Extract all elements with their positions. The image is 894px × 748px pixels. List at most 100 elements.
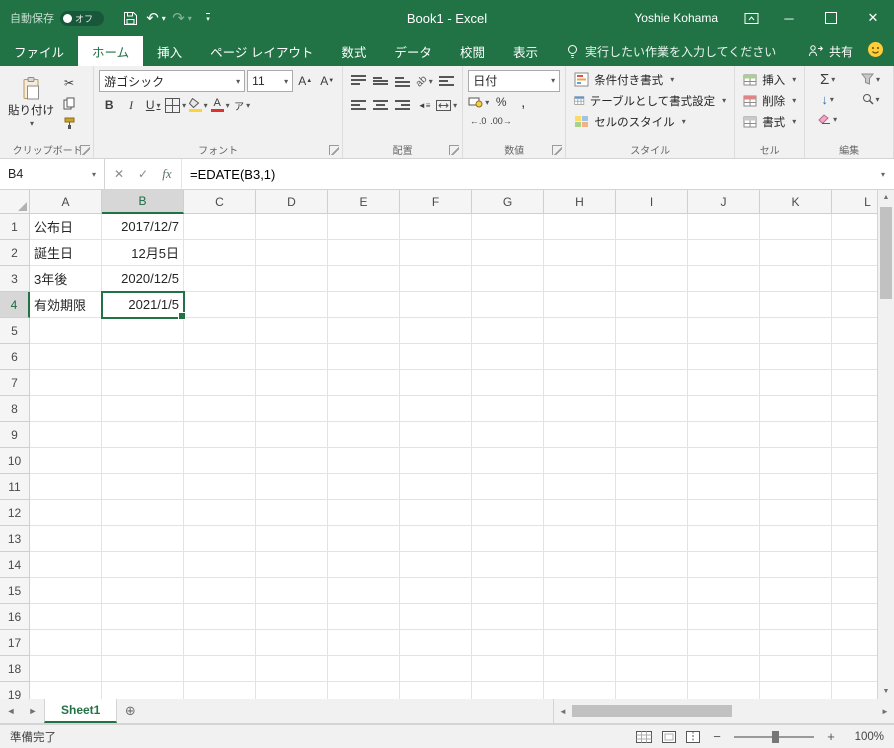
cell-L13[interactable] xyxy=(832,526,878,552)
row-header-3[interactable]: 3 xyxy=(0,266,30,292)
close-button[interactable]: ✕ xyxy=(852,0,894,36)
cell-A4[interactable]: 有効期限 xyxy=(30,292,102,318)
cell-A18[interactable] xyxy=(30,656,102,682)
cell-D19[interactable] xyxy=(256,682,328,699)
cell-H3[interactable] xyxy=(544,266,616,292)
cell-D6[interactable] xyxy=(256,344,328,370)
zoom-slider-thumb[interactable] xyxy=(772,730,779,743)
cell-I7[interactable] xyxy=(616,370,688,396)
align-left-button[interactable] xyxy=(348,95,368,115)
cell-L19[interactable] xyxy=(832,682,878,699)
row-header-18[interactable]: 18 xyxy=(0,656,30,682)
cell-I13[interactable] xyxy=(616,526,688,552)
cell-F19[interactable] xyxy=(400,682,472,699)
cell-D2[interactable] xyxy=(256,240,328,266)
cell-L10[interactable] xyxy=(832,448,878,474)
row-header-7[interactable]: 7 xyxy=(0,370,30,396)
cell-L8[interactable] xyxy=(832,396,878,422)
cell-H14[interactable] xyxy=(544,552,616,578)
tab-page-layout[interactable]: ページ レイアウト xyxy=(196,36,327,66)
cell-B13[interactable] xyxy=(102,526,184,552)
cell-L1[interactable] xyxy=(832,214,878,240)
cell-E12[interactable] xyxy=(328,500,400,526)
cell-A10[interactable] xyxy=(30,448,102,474)
cell-C4[interactable] xyxy=(184,292,256,318)
cell-G3[interactable] xyxy=(472,266,544,292)
cell-F7[interactable] xyxy=(400,370,472,396)
cell-L14[interactable] xyxy=(832,552,878,578)
cell-A8[interactable] xyxy=(30,396,102,422)
hscroll-left-button[interactable]: ◄ xyxy=(554,707,572,716)
select-all-corner[interactable] xyxy=(0,190,30,214)
tab-data[interactable]: データ xyxy=(380,36,446,66)
fill-color-button[interactable] xyxy=(188,95,208,115)
fill-button[interactable]: ↓ xyxy=(810,89,845,109)
cell-E1[interactable] xyxy=(328,214,400,240)
cell-K1[interactable] xyxy=(760,214,832,240)
cell-L12[interactable] xyxy=(832,500,878,526)
cell-C5[interactable] xyxy=(184,318,256,344)
row-header-16[interactable]: 16 xyxy=(0,604,30,630)
cell-B5[interactable] xyxy=(102,318,184,344)
cell-A19[interactable] xyxy=(30,682,102,699)
cell-K5[interactable] xyxy=(760,318,832,344)
cell-I4[interactable] xyxy=(616,292,688,318)
cell-E17[interactable] xyxy=(328,630,400,656)
sheet-tab-sheet1[interactable]: Sheet1 xyxy=(44,699,118,723)
cell-G1[interactable] xyxy=(472,214,544,240)
row-header-4[interactable]: 4 xyxy=(0,292,30,318)
cell-J16[interactable] xyxy=(688,604,760,630)
cell-E3[interactable] xyxy=(328,266,400,292)
cell-J9[interactable] xyxy=(688,422,760,448)
horizontal-scroll-track[interactable] xyxy=(572,699,876,723)
cell-F8[interactable] xyxy=(400,396,472,422)
cell-C19[interactable] xyxy=(184,682,256,699)
cell-F6[interactable] xyxy=(400,344,472,370)
cell-I15[interactable] xyxy=(616,578,688,604)
decrease-decimal-button[interactable]: .00→ xyxy=(490,111,512,131)
cell-H10[interactable] xyxy=(544,448,616,474)
tab-file[interactable]: ファイル xyxy=(0,36,78,66)
cell-E10[interactable] xyxy=(328,448,400,474)
tab-view[interactable]: 表示 xyxy=(499,36,552,66)
cell-H1[interactable] xyxy=(544,214,616,240)
cell-H5[interactable] xyxy=(544,318,616,344)
cell-B19[interactable] xyxy=(102,682,184,699)
decrease-indent-button[interactable]: ◄≡ xyxy=(414,95,434,115)
cell-F17[interactable] xyxy=(400,630,472,656)
cell-H6[interactable] xyxy=(544,344,616,370)
cell-A2[interactable]: 誕生日 xyxy=(30,240,102,266)
orientation-button[interactable]: ab xyxy=(413,71,434,91)
cell-G7[interactable] xyxy=(472,370,544,396)
row-header-9[interactable]: 9 xyxy=(0,422,30,448)
undo-button[interactable]: ↶ xyxy=(144,5,168,31)
row-header-8[interactable]: 8 xyxy=(0,396,30,422)
cell-G18[interactable] xyxy=(472,656,544,682)
tab-formulas[interactable]: 数式 xyxy=(327,36,380,66)
cell-B1[interactable]: 2017/12/7 xyxy=(102,214,184,240)
cell-I5[interactable] xyxy=(616,318,688,344)
increase-decimal-button[interactable]: ←.0 xyxy=(468,111,488,131)
cell-K14[interactable] xyxy=(760,552,832,578)
cell-F10[interactable] xyxy=(400,448,472,474)
cell-H2[interactable] xyxy=(544,240,616,266)
cell-D14[interactable] xyxy=(256,552,328,578)
scroll-up-button[interactable]: ▲ xyxy=(878,190,894,205)
cell-E11[interactable] xyxy=(328,474,400,500)
cell-H11[interactable] xyxy=(544,474,616,500)
row-header-1[interactable]: 1 xyxy=(0,214,30,240)
cell-E13[interactable] xyxy=(328,526,400,552)
cell-L16[interactable] xyxy=(832,604,878,630)
cell-C1[interactable] xyxy=(184,214,256,240)
cell-F14[interactable] xyxy=(400,552,472,578)
cell-J13[interactable] xyxy=(688,526,760,552)
row-header-6[interactable]: 6 xyxy=(0,344,30,370)
align-top-button[interactable] xyxy=(348,71,368,91)
cell-K6[interactable] xyxy=(760,344,832,370)
zoom-in-button[interactable]: + xyxy=(824,729,838,744)
insert-cells-button[interactable]: 挿入 xyxy=(740,69,799,90)
alignment-dialog-launcher[interactable] xyxy=(449,145,460,155)
maximize-button[interactable] xyxy=(810,0,852,36)
column-header-G[interactable]: G xyxy=(472,190,544,214)
tell-me-box[interactable]: 実行したい作業を入力してください xyxy=(566,36,776,66)
